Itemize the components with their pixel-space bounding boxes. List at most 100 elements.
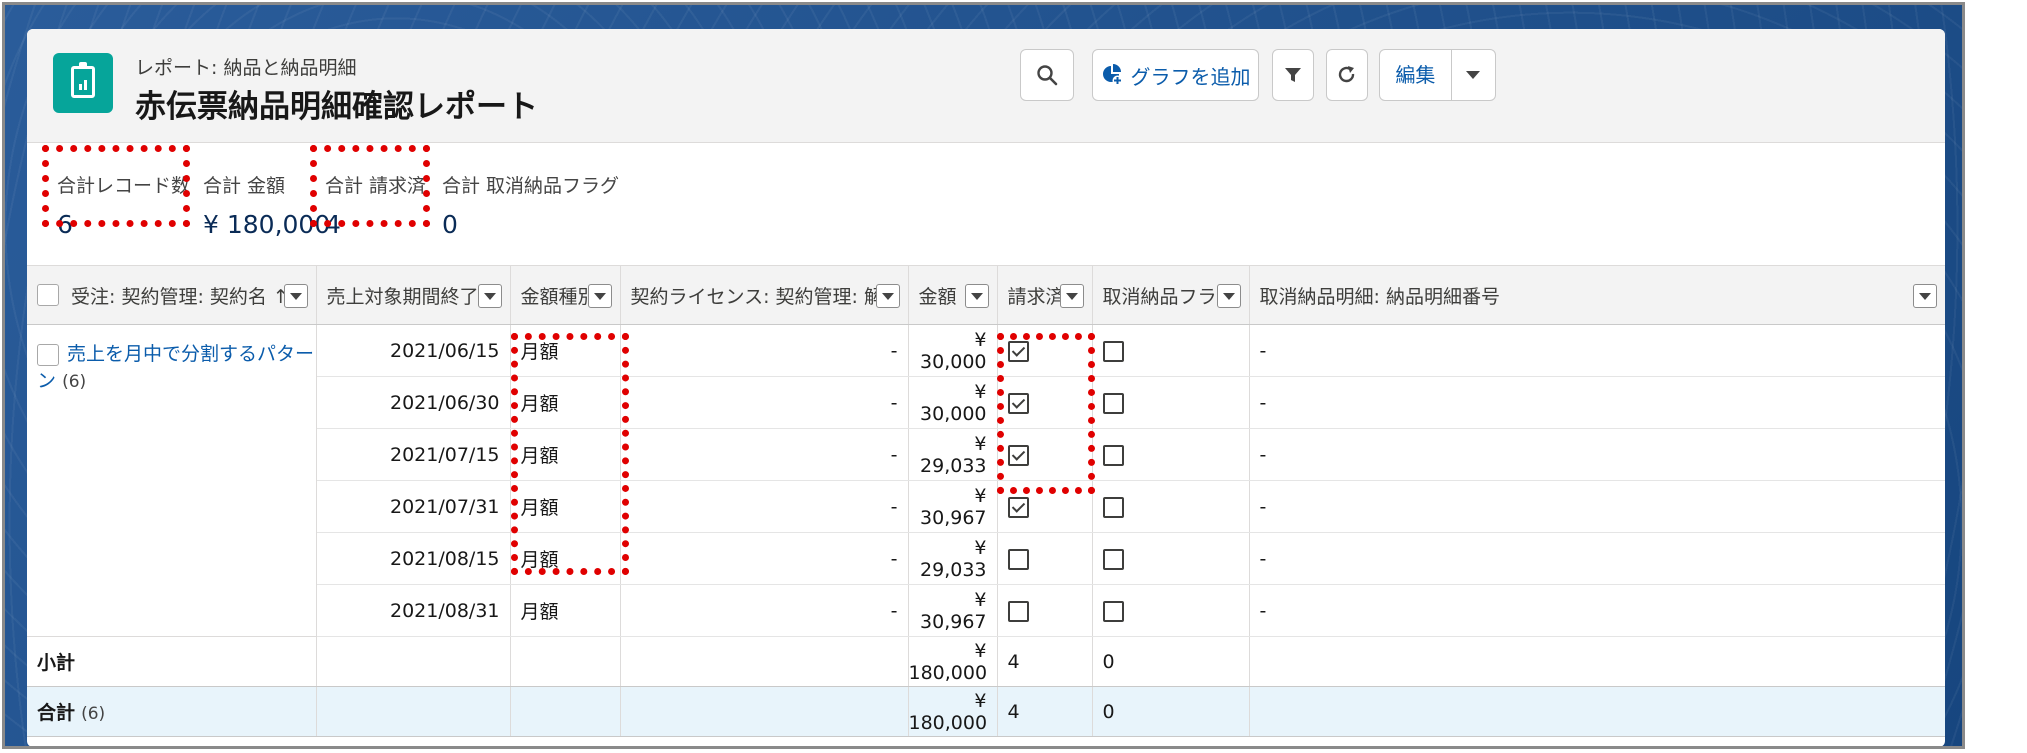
column-menu-dropdown[interactable]: [1216, 284, 1241, 308]
empty-cell: [1249, 636, 1945, 687]
cell-amount: ¥ 30,000: [908, 376, 998, 429]
refresh-button[interactable]: [1326, 49, 1368, 101]
cell-cancel-date: -: [620, 376, 909, 429]
cell-amount-type: 月額: [510, 584, 621, 637]
screenshot-frame: レポート: 納品と納品明細 赤伝票納品明細確認レポート グラフを追加 編集 合計…: [2, 2, 1965, 749]
cell-end-date: 2021/06/30: [316, 376, 511, 429]
refresh-icon: [1338, 66, 1355, 83]
empty-cell: [620, 686, 909, 737]
billed-checkbox: [1007, 600, 1029, 622]
subtotal-label: 小計: [27, 636, 317, 687]
filter-button[interactable]: [1272, 49, 1314, 101]
cell-cancel-no: -: [1249, 324, 1945, 377]
subtotal-row: 小計 ¥ 180,000 4 0: [27, 636, 1945, 687]
cell-end-date: 2021/08/31: [316, 584, 511, 637]
pie-chart-add-icon: [1102, 64, 1122, 86]
group-checkbox[interactable]: [37, 343, 59, 366]
table-header-row: 受注: 契約管理: 契約名 ↑ 売上対象期間終了 ↑ 金額種別 契約ライセンス:…: [27, 265, 1945, 325]
group-count: (6): [62, 372, 87, 392]
add-chart-button[interactable]: グラフを追加: [1092, 49, 1259, 101]
cancel-flag-checkbox: [1102, 548, 1124, 570]
column-header-amount[interactable]: 金額: [908, 265, 998, 325]
total-cancel-flag: 0: [1092, 686, 1250, 737]
search-icon: [1037, 65, 1058, 86]
summary-cancel-flag-value: 0: [442, 210, 458, 239]
column-header-billed[interactable]: 請求済: [997, 265, 1093, 325]
billed-checkbox: [1007, 548, 1029, 570]
table-row: 売上を月中で分割するパターン (6) 2021/06/15 月額 - ¥ 30,…: [27, 324, 1945, 637]
cancel-flag-checkbox: [1102, 392, 1124, 414]
edit-button-group: 編集: [1379, 49, 1496, 101]
cell-cancel-flag: [1092, 584, 1250, 637]
total-label: 合計: [37, 702, 76, 724]
cell-end-date: 2021/08/15: [316, 532, 511, 585]
search-button[interactable]: [1020, 49, 1074, 101]
cell-cancel-no: -: [1249, 376, 1945, 429]
subtotal-amount: ¥ 180,000: [908, 636, 998, 687]
column-menu-dropdown[interactable]: [875, 284, 900, 308]
edit-button[interactable]: 編集: [1380, 50, 1452, 100]
highlight-amount-type: [511, 333, 629, 575]
subtotal-billed: 4: [997, 636, 1093, 687]
cell-cancel-no: -: [1249, 584, 1945, 637]
report-table: 受注: 契約管理: 契約名 ↑ 売上対象期間終了 ↑ 金額種別 契約ライセンス:…: [27, 265, 1945, 737]
column-header-contract-name[interactable]: 受注: 契約管理: 契約名 ↑: [27, 265, 317, 325]
empty-cell: [620, 636, 909, 687]
report-type-label: レポート: 納品と納品明細: [135, 57, 357, 79]
page-title: 赤伝票納品明細確認レポート: [135, 89, 538, 125]
cell-end-date: 2021/07/15: [316, 428, 511, 481]
cell-cancel-date: -: [620, 428, 909, 481]
cell-cancel-no: -: [1249, 480, 1945, 533]
cell-cancel-flag: [1092, 480, 1250, 533]
cell-amount: ¥ 30,967: [908, 584, 998, 637]
billed-checkbox: [1007, 496, 1029, 518]
total-count: (6): [81, 704, 106, 724]
total-row: 合計 (6) ¥ 180,000 4 0: [27, 686, 1945, 737]
report-header: レポート: 納品と納品明細 赤伝票納品明細確認レポート グラフを追加 編集: [27, 29, 1945, 143]
cancel-flag-checkbox: [1102, 444, 1124, 466]
cell-amount: ¥ 30,000: [908, 324, 998, 377]
select-all-checkbox[interactable]: [37, 284, 59, 306]
summary-cancel-flag-label: 合計 取消納品フラグ: [442, 175, 620, 197]
report-card: レポート: 納品と納品明細 赤伝票納品明細確認レポート グラフを追加 編集 合計…: [27, 29, 1945, 746]
summary-amount-label: 合計 金額: [203, 175, 286, 197]
cell-billed: [997, 532, 1093, 585]
add-chart-label: グラフを追加: [1130, 64, 1251, 89]
chevron-down-icon: [1466, 71, 1481, 79]
cell-amount: ¥ 30,967: [908, 480, 998, 533]
column-menu-dropdown[interactable]: [477, 284, 502, 308]
cell-cancel-date: -: [620, 480, 909, 533]
cancel-flag-checkbox: [1102, 340, 1124, 362]
filter-icon: [1285, 68, 1301, 82]
column-menu-dropdown[interactable]: [964, 284, 989, 308]
cell-billed: [997, 584, 1093, 637]
edit-menu-button[interactable]: [1452, 69, 1495, 81]
column-header-period-end[interactable]: 売上対象期間終了 ↑: [316, 265, 511, 325]
cell-cancel-no: -: [1249, 428, 1945, 481]
cancel-flag-checkbox: [1102, 496, 1124, 518]
empty-cell: [510, 636, 621, 687]
group-cell: 売上を月中で分割するパターン (6): [27, 324, 317, 637]
column-header-cancel-detail-no[interactable]: 取消納品明細: 納品明細番号: [1249, 265, 1945, 325]
cell-cancel-date: -: [620, 324, 909, 377]
column-menu-dropdown[interactable]: [1912, 284, 1937, 308]
highlight-record-count: [42, 145, 190, 227]
cell-cancel-flag: [1092, 532, 1250, 585]
column-header-amount-type[interactable]: 金額種別: [510, 265, 621, 325]
subtotal-cancel-flag: 0: [1092, 636, 1250, 687]
empty-cell: [510, 686, 621, 737]
column-menu-dropdown[interactable]: [283, 284, 308, 308]
column-menu-dropdown[interactable]: [587, 284, 612, 308]
total-billed: 4: [997, 686, 1093, 737]
column-header-cancel-flag[interactable]: 取消納品フラグ: [1092, 265, 1250, 325]
cell-end-date: 2021/06/15: [316, 324, 511, 377]
report-clipboard-icon: [53, 53, 113, 113]
cell-cancel-flag: [1092, 376, 1250, 429]
column-header-cancel-date[interactable]: 契約ライセンス: 契約管理: 解約日: [620, 265, 909, 325]
cell-amount: ¥ 29,033: [908, 532, 998, 585]
highlight-billed-checkboxes: [997, 333, 1095, 494]
column-menu-dropdown[interactable]: [1059, 284, 1084, 308]
cell-cancel-flag: [1092, 324, 1250, 377]
cell-cancel-no: -: [1249, 532, 1945, 585]
empty-cell: [1249, 686, 1945, 737]
